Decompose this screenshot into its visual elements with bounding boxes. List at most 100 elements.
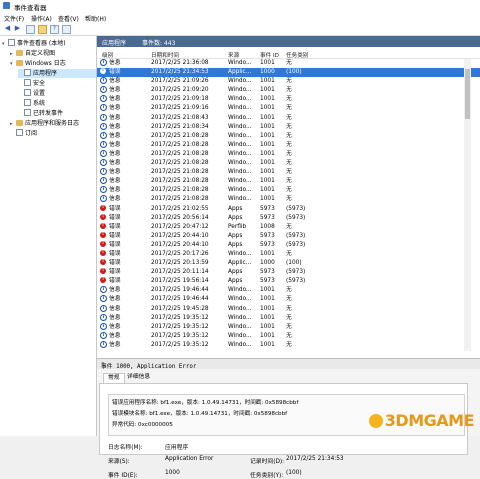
- info-icon: i: [100, 95, 107, 103]
- log-icon: [24, 79, 31, 86]
- tree-item[interactable]: 订阅: [10, 129, 96, 138]
- up-folder-icon[interactable]: [26, 25, 35, 34]
- table-row[interactable]: ! 错误 2017/2/25 20:47:12 Perflib 1008 无: [97, 222, 480, 232]
- table-row[interactable]: i 信息 2017/2/25 21:09:18 Windo... 1001 无: [97, 95, 480, 104]
- table-row[interactable]: ! 错误 2017/2/25 21:34:53 Applic... 1000 (100): [97, 68, 480, 78]
- watermark-logo: 3DMGAME: [368, 411, 475, 430]
- column-source[interactable]: 来源: [228, 51, 239, 59]
- cell-level: 错误: [109, 241, 121, 248]
- log-icon: [16, 129, 23, 136]
- cell-datetime: 2017/2/25 19:46:44: [151, 287, 209, 294]
- table-row[interactable]: ! 错误 2017/2/25 20:13:59 Applic... 1000 (100): [97, 259, 480, 268]
- cell-datetime: 2017/2/25 19:46:44: [151, 296, 209, 303]
- close-icon[interactable]: ✕: [101, 361, 476, 367]
- cell-event-id: 1000: [260, 69, 275, 76]
- tree-item-label: 事件查看器 (本地): [17, 40, 66, 47]
- source-label: 来源(S):: [108, 459, 130, 465]
- tab-general[interactable]: 常规: [103, 373, 125, 383]
- table-row[interactable]: i 信息 2017/2/25 19:35:12 Windo... 1001 无: [97, 331, 480, 341]
- info-icon: i: [100, 177, 107, 185]
- table-row[interactable]: i 信息 2017/2/25 21:09:26 Windo... 1001 无: [97, 77, 480, 86]
- cell-datetime: 2017/2/25 19:35:12: [151, 323, 209, 330]
- table-row[interactable]: i 信息 2017/2/25 21:09:20 Windo... 1001 无: [97, 86, 480, 95]
- tree-item[interactable]: ▸ 应用程序和服务日志: [10, 119, 96, 128]
- table-row[interactable]: i 信息 2017/2/25 21:08:43 Windo... 1001 无: [97, 113, 480, 123]
- window-title: 事件查看器: [14, 4, 47, 12]
- log-header: 应用程序 事件数: 443: [97, 36, 480, 47]
- tree-item[interactable]: ▸ 自定义视图: [10, 49, 96, 58]
- cell-datetime: 2017/2/25 20:44:10: [151, 241, 209, 248]
- cell-source: Windo...: [228, 105, 252, 112]
- cell-task: (5973): [286, 232, 306, 239]
- column-event-id[interactable]: 事件 ID: [260, 51, 279, 59]
- table-row[interactable]: i 信息 2017/2/25 21:08:34 Windo... 1001 无: [97, 122, 480, 132]
- table-row[interactable]: i 信息 2017/2/25 19:35:12 Windo... 1001 无: [97, 322, 480, 332]
- tree-item[interactable]: 安全: [18, 79, 96, 88]
- tree-item[interactable]: 已转发事件: [18, 109, 96, 118]
- event-count: 事件数: 443: [142, 40, 176, 47]
- event-id-label: 事件 ID(E):: [108, 473, 138, 479]
- table-row[interactable]: ! 错误 2017/2/25 21:02:55 Apps 5973 (5973): [97, 204, 480, 214]
- back-arrow-icon[interactable]: ◀: [3, 24, 12, 33]
- table-row[interactable]: i 信息 2017/2/25 21:08:28 Windo... 1001 无: [97, 140, 480, 150]
- table-row[interactable]: ! 错误 2017/2/25 20:17:26 Windo... 1001 无: [97, 249, 480, 259]
- event-table-header: 级别 日期和时间 来源 事件 ID 任务类别: [97, 49, 480, 59]
- table-row[interactable]: i 信息 2017/2/25 21:08:28 Windo... 1001 无: [97, 131, 480, 141]
- log-name-label: 日志名称(M):: [108, 445, 143, 451]
- table-row[interactable]: i 信息 2017/2/25 21:08:28 Windo... 1001 无: [97, 177, 480, 186]
- tree-item[interactable]: ▾ Windows 日志: [10, 59, 96, 68]
- table-row[interactable]: ! 错误 2017/2/25 19:56:14 Apps 5973 (5973): [97, 277, 480, 286]
- forward-arrow-icon[interactable]: ▶: [13, 24, 22, 33]
- table-row[interactable]: i 信息 2017/2/25 19:45:28 Windo... 1001 无: [97, 304, 480, 314]
- table-row[interactable]: ! 错误 2017/2/25 20:44:10 Apps 5973 (5973): [97, 231, 480, 241]
- cell-task: (5973): [286, 205, 306, 212]
- column-task[interactable]: 任务类别: [286, 51, 308, 59]
- table-row[interactable]: i 信息 2017/2/25 21:09:16 Windo... 1001 无: [97, 104, 480, 113]
- cell-source: Windo...: [228, 87, 252, 94]
- cell-task: (100): [286, 69, 302, 76]
- tree-item[interactable]: 系统: [18, 99, 96, 108]
- scrollbar-thumb[interactable]: [465, 69, 470, 119]
- event-list-scrollbar[interactable]: [464, 59, 471, 351]
- tree-item[interactable]: 设置: [18, 89, 96, 98]
- open-log-icon[interactable]: [38, 25, 47, 34]
- table-row[interactable]: i 信息 2017/2/25 21:36:08 Windo... 1001 无: [97, 59, 480, 68]
- table-row[interactable]: i 信息 2017/2/25 21:08:28 Windo... 1001 无: [97, 159, 480, 168]
- tree-item[interactable]: 应用程序: [18, 69, 96, 78]
- cell-source: Windo...: [228, 323, 252, 330]
- cell-level: 错误: [109, 214, 121, 221]
- table-row[interactable]: ! 错误 2017/2/25 20:44:10 Apps 5973 (5973): [97, 240, 480, 250]
- column-datetime[interactable]: 日期和时间: [151, 51, 179, 59]
- table-row[interactable]: i 信息 2017/2/25 21:08:28 Windo... 1001 无: [97, 186, 480, 195]
- table-row[interactable]: i 信息 2017/2/25 21:08:28 Windo... 1001 无: [97, 168, 480, 177]
- table-row[interactable]: ! 错误 2017/2/25 20:11:14 Apps 5973 (5973): [97, 268, 480, 277]
- help-icon[interactable]: ?: [50, 25, 59, 34]
- table-row[interactable]: ! 错误 2017/2/25 20:56:14 Apps 5973 (5973): [97, 213, 480, 223]
- cell-level: 信息: [109, 96, 121, 103]
- event-table-body: i 信息 2017/2/25 21:36:08 Windo... 1001 无! 错误 201…: [97, 59, 480, 350]
- error-icon: !: [100, 240, 106, 247]
- table-row[interactable]: i 信息 2017/2/25 19:35:12 Windo... 1001 无: [97, 313, 480, 323]
- cell-level: 信息: [109, 341, 121, 348]
- tab-details[interactable]: 详细信息: [123, 373, 154, 382]
- message-line: 错误应用程序名称: bf1.exe，版本: 1.0.49.14731，时间戳: …: [112, 400, 299, 406]
- column-level[interactable]: 级别: [102, 51, 113, 59]
- cell-datetime: 2017/2/25 20:11:14: [151, 269, 209, 276]
- cell-level: 信息: [109, 323, 121, 330]
- table-row[interactable]: i 信息 2017/2/25 19:46:44 Windo... 1001 无: [97, 295, 480, 304]
- info-icon: i: [100, 331, 107, 339]
- tree-item[interactable]: ▾ 事件查看器 (本地): [2, 39, 96, 48]
- cell-event-id: 1001: [260, 332, 275, 339]
- table-row[interactable]: i 信息 2017/2/25 19:35:12 Windo... 1001 无: [97, 340, 480, 350]
- cell-task: (100): [286, 260, 302, 267]
- cell-event-id: 1001: [260, 60, 275, 66]
- cell-task: 无: [286, 223, 292, 230]
- cell-task: 无: [286, 305, 292, 312]
- tree-item-label: Windows 日志: [25, 60, 66, 67]
- cell-source: Windo...: [228, 341, 252, 348]
- table-row[interactable]: i 信息 2017/2/25 21:08:28 Windo... 1001 无: [97, 149, 480, 159]
- table-row[interactable]: i 信息 2017/2/25 21:08:28 Windo... 1001 无: [97, 195, 480, 204]
- table-row[interactable]: i 信息 2017/2/25 19:46:44 Windo... 1001 无: [97, 286, 480, 295]
- show-pane-icon[interactable]: [62, 25, 71, 34]
- cell-task: 无: [286, 150, 292, 157]
